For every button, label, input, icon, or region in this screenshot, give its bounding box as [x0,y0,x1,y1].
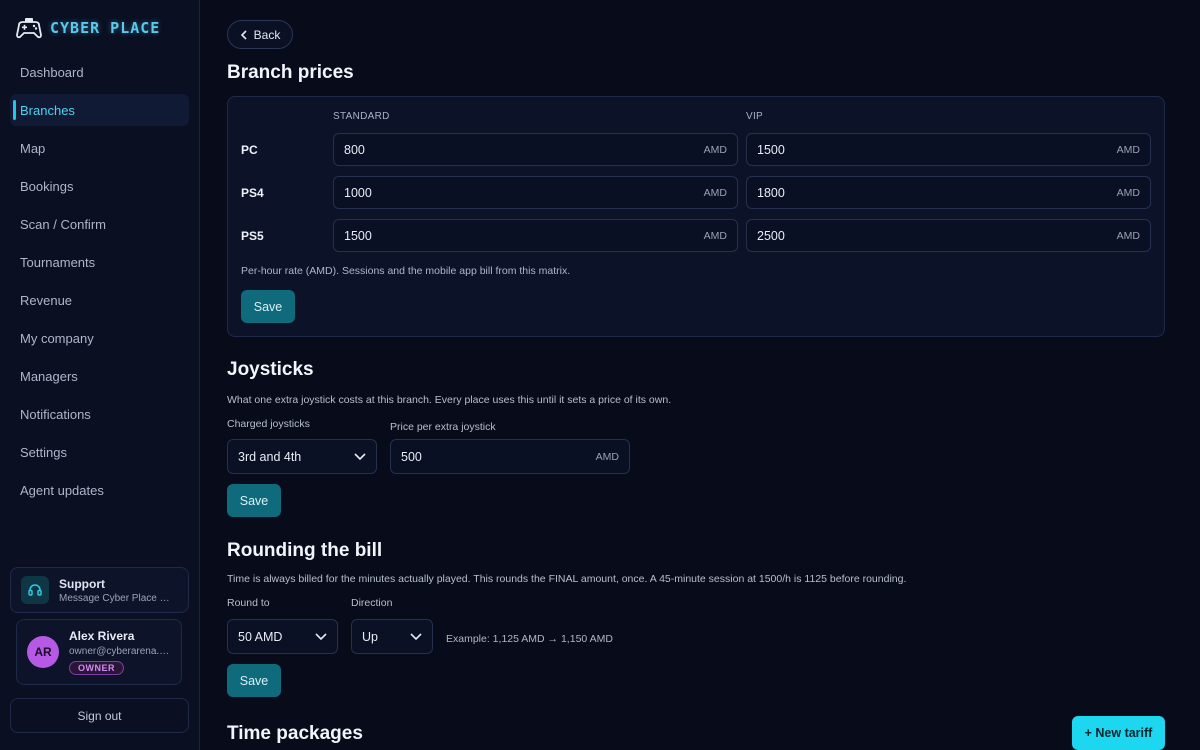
direction-label: Direction [351,597,393,609]
sidebar-item-agent-updates[interactable]: Agent updates [10,474,189,506]
main-content: Back Branch prices STANDARD VIP PC 800 A… [200,0,1200,750]
row-label-pc: PC [241,143,258,157]
support-card[interactable]: Support Message Cyber Place su... [10,567,189,613]
sidebar-item-revenue[interactable]: Revenue [10,284,189,316]
chevron-down-icon [315,632,327,640]
select-value: Up [362,629,378,644]
round-to-label: Round to [227,597,270,609]
avatar: AR [27,636,59,668]
select-value: 50 AMD [238,629,283,644]
back-button[interactable]: Back [227,20,293,49]
branch-prices-title: Branch prices [227,62,354,83]
input-value: 1000 [344,185,372,200]
new-tariff-button[interactable]: + New tariff [1072,716,1165,750]
joysticks-description: What one extra joystick costs at this br… [227,394,672,406]
input-value: 800 [344,142,365,157]
sidebar-item-dashboard[interactable]: Dashboard [10,56,189,88]
charged-joysticks-select[interactable]: 3rd and 4th [227,439,377,474]
user-email: owner@cyberarena.d... [69,645,171,657]
col-vip: VIP [746,111,764,122]
unit-label: AMD [1116,143,1140,156]
unit-label: AMD [703,143,727,156]
joysticks-title: Joysticks [227,359,314,380]
price-pc-vip-input[interactable]: 1500 AMD [746,133,1151,166]
sidebar-item-tournaments[interactable]: Tournaments [10,246,189,278]
direction-select[interactable]: Up [351,619,433,654]
chevron-down-icon [410,632,422,640]
price-ps4-standard-input[interactable]: 1000 AMD [333,176,738,209]
brand[interactable]: CYBER PLACE [16,16,160,40]
user-card[interactable]: AR Alex Rivera owner@cyberarena.d... OWN… [16,619,182,685]
branch-prices-card: STANDARD VIP PC 800 AMD 1500 AMD PS4 100… [227,96,1165,337]
role-badge: OWNER [69,660,124,675]
brand-name: CYBER PLACE [50,19,161,37]
gamepad-icon [16,18,42,39]
save-prices-button[interactable]: Save [241,290,295,323]
charged-joysticks-label: Charged joysticks [227,418,310,430]
sidebar-item-notifications[interactable]: Notifications [10,398,189,430]
sidebar-item-my-company[interactable]: My company [10,322,189,354]
input-value: 2500 [757,228,785,243]
input-value: 1500 [344,228,372,243]
time-packages-title: Time packages [227,723,363,744]
price-ps5-standard-input[interactable]: 1500 AMD [333,219,738,252]
unit-label: AMD [1116,229,1140,242]
back-label: Back [253,27,281,42]
sidebar-nav: Dashboard Branches Map Bookings Scan / C… [10,56,189,512]
sidebar: CYBER PLACE Dashboard Branches Map Booki… [0,0,200,750]
input-value: 500 [401,449,422,464]
unit-label: AMD [595,450,619,463]
price-per-joystick-label: Price per extra joystick [390,421,496,433]
headset-icon [21,576,49,604]
rounding-title: Rounding the bill [227,540,383,561]
sign-out-button[interactable]: Sign out [10,698,189,733]
round-to-select[interactable]: 50 AMD [227,619,338,654]
row-label-ps4: PS4 [241,186,264,200]
support-subtitle: Message Cyber Place su... [59,592,171,604]
select-value: 3rd and 4th [238,449,302,464]
support-title: Support [59,576,105,591]
sidebar-item-settings[interactable]: Settings [10,436,189,468]
rounding-description: Time is always billed for the minutes ac… [227,573,907,585]
input-value: 1800 [757,185,785,200]
chevron-down-icon [354,452,366,460]
joystick-price-input[interactable]: 500 AMD [390,439,630,474]
save-joysticks-button[interactable]: Save [227,484,281,517]
user-name: Alex Rivera [69,628,135,643]
prices-hint: Per-hour rate (AMD). Sessions and the mo… [241,265,571,277]
price-ps4-vip-input[interactable]: 1800 AMD [746,176,1151,209]
sidebar-item-branches[interactable]: Branches [10,94,189,126]
col-standard: STANDARD [333,111,390,122]
unit-label: AMD [1116,186,1140,199]
price-pc-standard-input[interactable]: 800 AMD [333,133,738,166]
chevron-left-icon [240,29,247,40]
rounding-example: Example: 1,125 AMD → 1,150 AMD [446,633,613,645]
input-value: 1500 [757,142,785,157]
unit-label: AMD [703,229,727,242]
sidebar-item-bookings[interactable]: Bookings [10,170,189,202]
unit-label: AMD [703,186,727,199]
price-ps5-vip-input[interactable]: 2500 AMD [746,219,1151,252]
sidebar-item-map[interactable]: Map [10,132,189,164]
sidebar-item-managers[interactable]: Managers [10,360,189,392]
save-rounding-button[interactable]: Save [227,664,281,697]
sidebar-item-scan-confirm[interactable]: Scan / Confirm [10,208,189,240]
row-label-ps5: PS5 [241,229,264,243]
